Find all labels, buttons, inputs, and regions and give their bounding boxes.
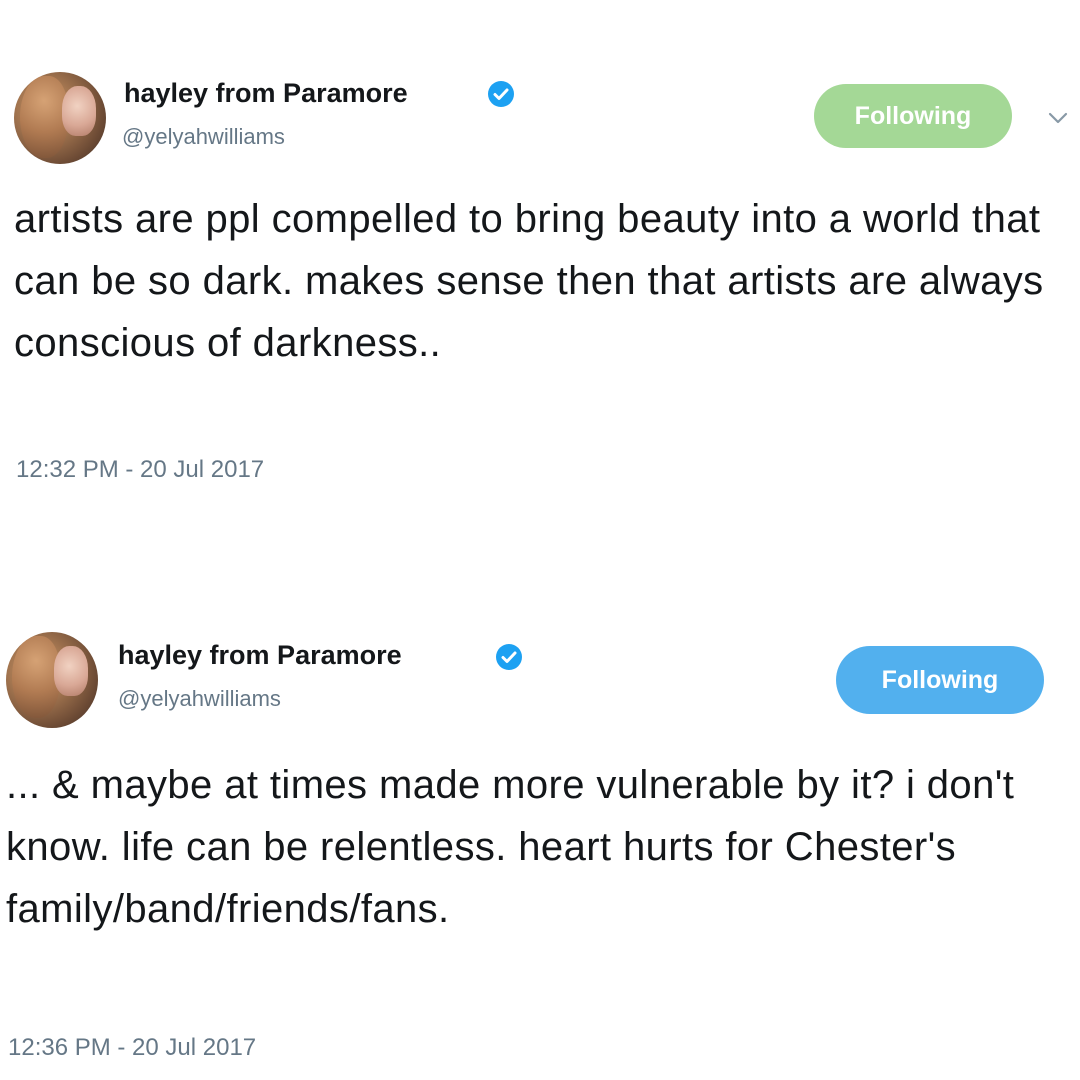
tweet-card-2: hayley from Paramore @yelyahwilliams Fol… — [0, 560, 1080, 1080]
avatar[interactable] — [6, 632, 98, 728]
avatar-face — [54, 646, 88, 696]
display-name[interactable]: hayley from Paramore — [124, 78, 408, 109]
following-button[interactable]: Following — [836, 646, 1044, 714]
tweet-text: artists are ppl compelled to bring beaut… — [14, 197, 1044, 365]
verified-badge-icon — [496, 644, 522, 670]
avatar-hair — [12, 636, 60, 718]
tweet-card-1: hayley from Paramore @yelyahwilliams Fol… — [0, 0, 1080, 540]
avatar-hair — [20, 76, 68, 158]
following-button[interactable]: Following — [814, 84, 1012, 148]
tweet-text: ... & maybe at times made more vulnerabl… — [6, 763, 1015, 931]
user-handle[interactable]: @yelyahwilliams — [122, 124, 285, 150]
avatar[interactable] — [14, 72, 106, 164]
avatar-face — [62, 86, 96, 136]
tweet-timestamp[interactable]: 12:36 PM - 20 Jul 2017 — [8, 1034, 256, 1062]
tweet-timestamp[interactable]: 12:32 PM - 20 Jul 2017 — [16, 456, 264, 484]
chevron-down-icon[interactable] — [1046, 108, 1070, 128]
display-name[interactable]: hayley from Paramore — [118, 640, 402, 671]
user-handle[interactable]: @yelyahwilliams — [118, 686, 281, 712]
verified-badge-icon — [488, 81, 514, 107]
